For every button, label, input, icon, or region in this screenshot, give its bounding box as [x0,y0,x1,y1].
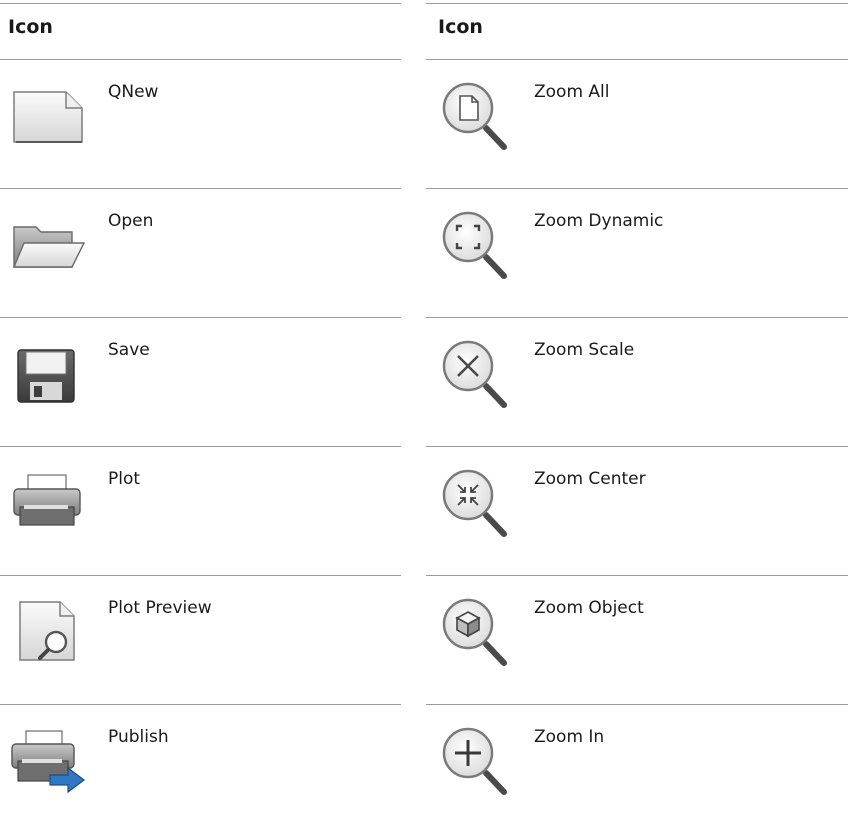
plot-preview-icon [8,594,88,666]
icon-reference-table: Icon Icon QNew Zoom All Open Zoom Dynami… [0,0,848,827]
zoom-dynamic-icon [438,207,518,279]
table-cell: Zoom Dynamic [426,189,848,318]
icon-label: Zoom Scale [534,340,635,360]
icon-label: Save [108,340,150,360]
column-header-left: Icon [8,16,53,38]
zoom-scale-icon [438,336,518,408]
qnew-icon [8,78,88,150]
table-cell: Zoom All [426,60,848,189]
icon-label: Zoom All [534,82,610,102]
zoom-all-icon [438,78,518,150]
top-rule-right [426,3,848,4]
icon-label: Zoom Object [534,598,644,618]
icon-label: Zoom Center [534,469,646,489]
icon-label: Publish [108,727,169,747]
open-folder-icon [8,207,88,279]
icon-label: Plot [108,469,141,489]
top-rule-left [0,3,401,4]
icon-label: Zoom In [534,727,605,747]
publish-icon [8,723,88,795]
icon-label: Zoom Dynamic [534,211,664,231]
table-row: Save Zoom Scale [0,318,848,447]
table-cell: Publish [0,705,401,834]
zoom-object-icon [438,594,518,666]
icon-label: Plot Preview [108,598,212,618]
zoom-center-icon [438,465,518,537]
icon-label: Open [108,211,154,231]
table-row: QNew Zoom All [0,60,848,189]
save-floppy-icon [8,336,88,408]
table-row: Plot Preview Zoom Object [0,576,848,705]
zoom-in-icon [438,723,518,795]
table-cell: Plot [0,447,401,576]
table-cell: QNew [0,60,401,189]
column-header-right: Icon [438,16,483,38]
table-cell: Zoom In [426,705,848,834]
table-row: Open Zoom Dynamic [0,189,848,318]
table-cell: Save [0,318,401,447]
plot-printer-icon [8,465,88,537]
table-cell: Zoom Center [426,447,848,576]
table-row: Plot Zoom Center [0,447,848,576]
table-row: Publish Zoom In [0,705,848,834]
table-cell: Open [0,189,401,318]
table-cell: Zoom Object [426,576,848,705]
table-cell: Plot Preview [0,576,401,705]
icon-label: QNew [108,82,159,102]
table-cell: Zoom Scale [426,318,848,447]
